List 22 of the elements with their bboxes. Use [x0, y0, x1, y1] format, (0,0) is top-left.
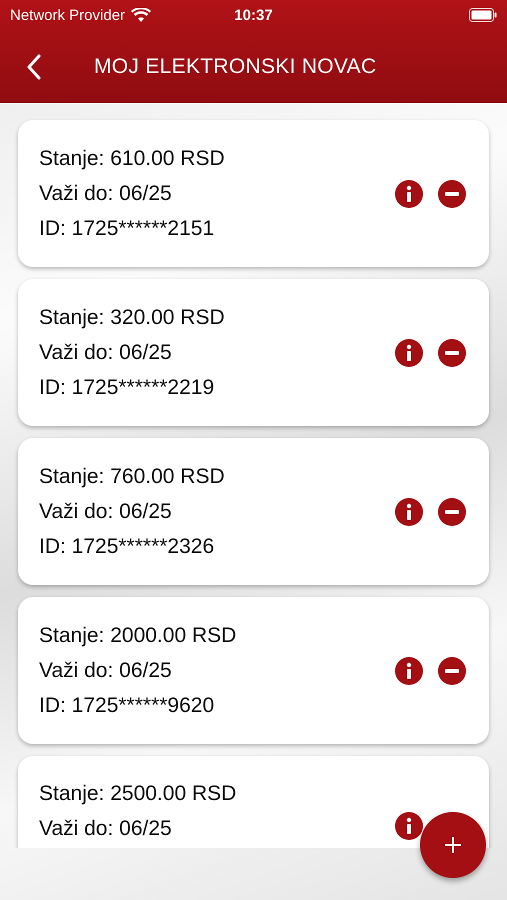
card[interactable]: Stanje: 320.00 RSD Važi do: 06/25 ID: 1725******2219 — [18, 279, 489, 426]
card[interactable]: Stanje: 2500.00 RSD Važi do: 06/25 — [18, 756, 489, 848]
screen-title: MOJ ELEKTRONSKI NOVAC — [94, 54, 376, 78]
card-line: Stanje: 2500.00 RSD — [39, 781, 238, 807]
card-line: ID: 1725******2219 — [39, 375, 216, 401]
card-line: ID: 1725******2326 — [39, 534, 216, 560]
card[interactable]: Stanje: 610.00 RSD Važi do: 06/25 ID: 1725******2151 — [18, 120, 489, 267]
card-line: ID: 1725******2151 — [39, 216, 216, 242]
card-line: Stanje: 760.00 RSD — [39, 464, 226, 490]
card-line: ID: 1725******9620 — [39, 693, 216, 719]
carrier-name: Network Provider — [10, 6, 126, 24]
card-line: Stanje: 320.00 RSD — [39, 305, 226, 331]
card-line: Stanje: 610.00 RSD — [39, 146, 226, 172]
card[interactable]: Stanje: 2000.00 RSD Važi do: 06/25 ID: 1725******9620 — [18, 597, 489, 744]
card[interactable]: Stanje: 760.00 RSD Važi do: 06/25 ID: 1725******2326 — [18, 438, 489, 585]
card-line: Važi do: 06/25 — [39, 658, 173, 684]
clock-time: 10:37 — [233, 6, 274, 24]
card-line: Važi do: 06/25 — [39, 181, 173, 207]
card-line: Važi do: 06/25 — [39, 340, 173, 366]
card-line: Važi do: 06/25 — [39, 499, 173, 525]
card-line: Stanje: 2000.00 RSD — [39, 623, 238, 649]
card-line: Važi do: 06/25 — [39, 816, 173, 842]
